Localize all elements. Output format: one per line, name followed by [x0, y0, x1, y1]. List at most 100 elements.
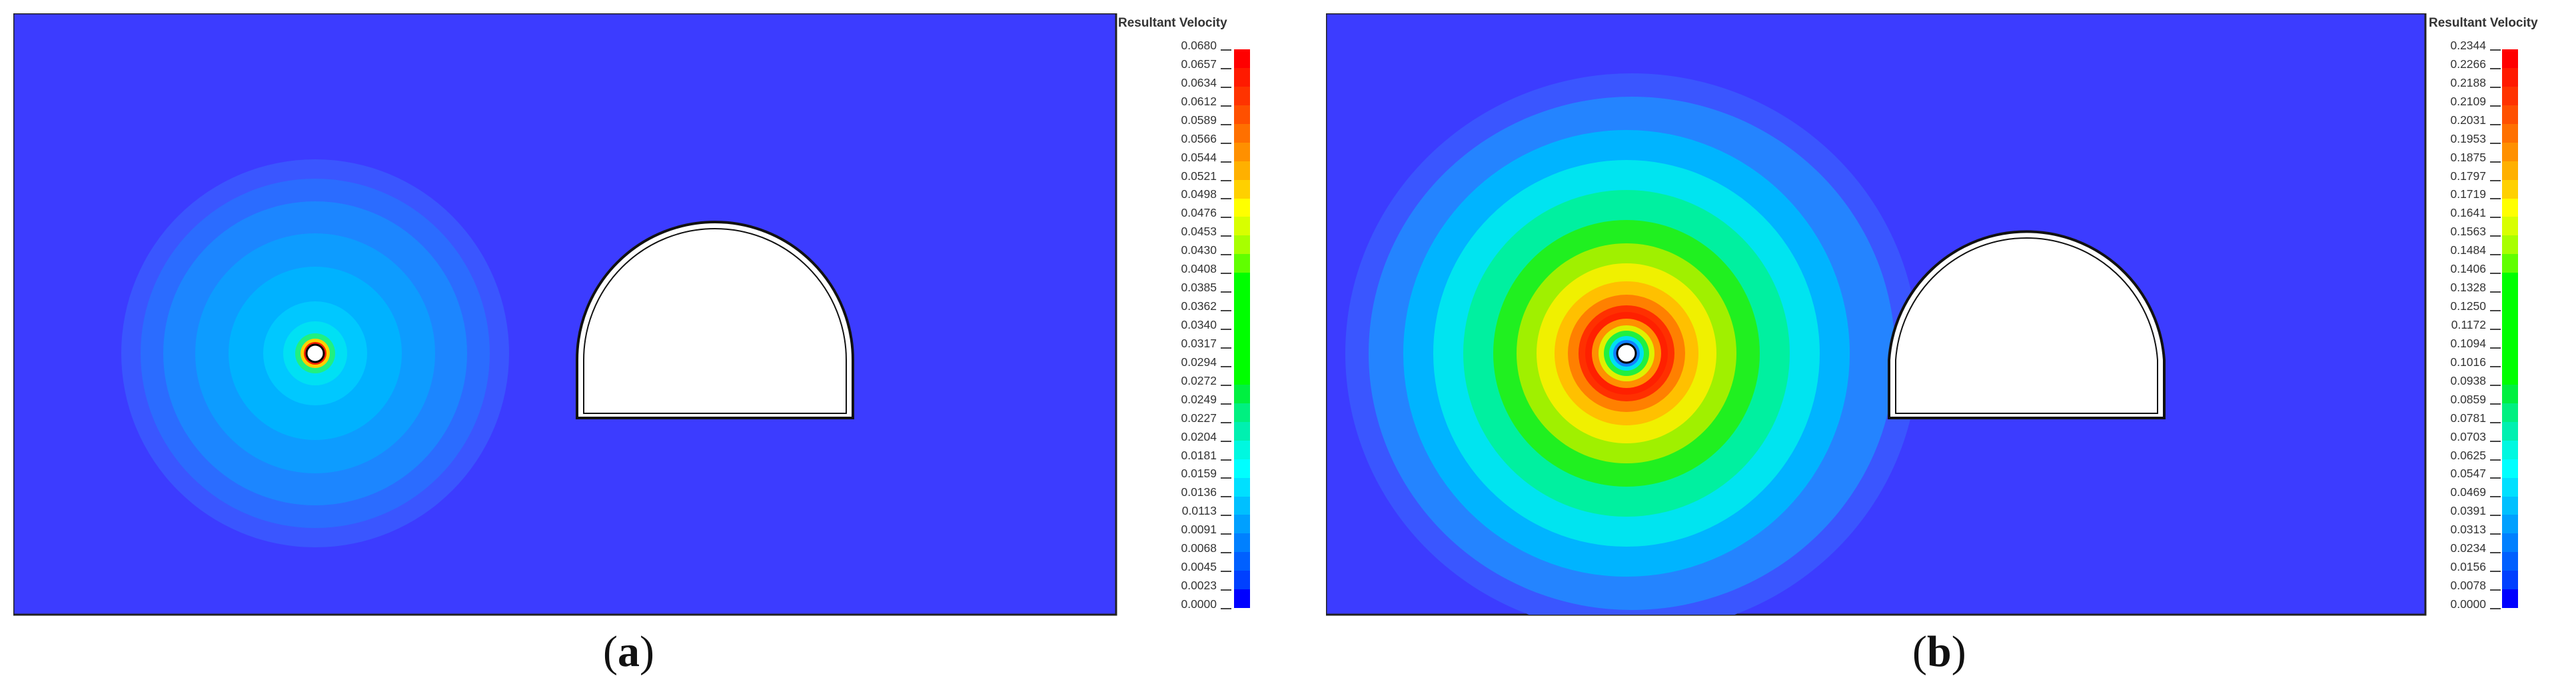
borehole: [305, 343, 325, 363]
colorbar-segment: [2502, 589, 2518, 609]
colorbar-tick-label: 0.0859: [2386, 393, 2501, 407]
colorbar-tick-label: 0.1016: [2386, 355, 2501, 369]
colorbar-tick-label: 0.0362: [1117, 299, 1231, 313]
colorbar-segment: [1234, 533, 1250, 553]
caption-b: (b): [1912, 627, 1966, 676]
colorbar-segment: [2502, 105, 2518, 124]
colorbar-tick-label: 0.2109: [2386, 95, 2501, 109]
colorbar-segment: [2502, 571, 2518, 590]
colorbar-segment: [1234, 67, 1250, 87]
colorbar-tick-label: 0.0589: [1117, 113, 1231, 127]
colorbar-segment: [2502, 67, 2518, 87]
colorbar-segment: [1234, 440, 1250, 459]
colorbar-tick-label: 0.0294: [1117, 355, 1231, 369]
colorbar-segment: [1234, 198, 1250, 217]
colorbar-segment: [2502, 217, 2518, 236]
colorbar-tick-label: 0.0023: [1117, 579, 1231, 593]
colorbar-segment: [2502, 459, 2518, 478]
colorbar-tick-label: 0.2188: [2386, 76, 2501, 90]
colorbar-tick-label: 0.0068: [1117, 541, 1231, 555]
colorbar-tick-label: 0.0204: [1117, 430, 1231, 444]
colorbar-segment: [2502, 179, 2518, 199]
colorbar-tick-label: 0.0453: [1117, 225, 1231, 239]
colorbar-tick-label: 0.1563: [2386, 225, 2501, 239]
colorbar-segment: [2502, 533, 2518, 553]
colorbar-segment: [1234, 347, 1250, 366]
colorbar-tick-label: 0.0045: [1117, 560, 1231, 574]
colorbar-segment: [2502, 552, 2518, 571]
colorbar-segment: [1234, 384, 1250, 403]
colorbar-tick-label: 0.0156: [2386, 560, 2501, 574]
colorbar-tick-label: 0.0781: [2386, 411, 2501, 425]
colorbar-segment: [2502, 273, 2518, 292]
colorbar-segment: [2502, 440, 2518, 459]
colorbar-tick-label: 0.0078: [2386, 579, 2501, 593]
colorbar-segment: [2502, 161, 2518, 180]
colorbar-tick-label: 0.0340: [1117, 318, 1231, 332]
colorbar-tick-label: 0.1172: [2386, 318, 2501, 332]
colorbar-segment: [1234, 217, 1250, 236]
contour-plot-a: [13, 13, 1119, 617]
colorbar-tick-label: 0.0476: [1117, 206, 1231, 220]
colorbar-tick-label: 0.1875: [2386, 151, 2501, 165]
colorbar-segment: [2502, 496, 2518, 515]
colorbar-segment: [1234, 86, 1250, 105]
colorbar-tick-label: 0.0091: [1117, 523, 1231, 537]
colorbar-tick-label: 0.0000: [2386, 597, 2501, 611]
colorbar-segment: [1234, 235, 1250, 255]
colorbar-tick-label: 0.1250: [2386, 299, 2501, 313]
colorbar-tick-label: 0.1797: [2386, 169, 2501, 183]
colorbar-segment: [1234, 329, 1250, 347]
contour-svg-b: [1326, 13, 2427, 616]
colorbar-segment: [1234, 365, 1250, 385]
borehole: [1616, 343, 1637, 364]
colorbar-tick-label: 0.0469: [2386, 485, 2501, 499]
colorbar-segment: [1234, 421, 1250, 441]
colorbar-tick-label: 0.0391: [2386, 504, 2501, 518]
colorbar-tick-label: 0.0113: [1117, 504, 1231, 518]
colorbar-tick-label: 0.0313: [2386, 523, 2501, 537]
colorbar-segment: [1234, 477, 1250, 497]
colorbar-tick-label: 0.0544: [1117, 151, 1231, 165]
colorbar-tick-label: 0.0547: [2386, 467, 2501, 481]
colorbar-tick-label: 0.1953: [2386, 132, 2501, 146]
contour-plot-b: [1326, 13, 2427, 617]
legend-title: Resultant Velocity: [2429, 16, 2538, 30]
colorbar-tick-label: 0.0249: [1117, 393, 1231, 407]
colorbar-segment: [2502, 347, 2518, 366]
colorbar-segment: [2502, 310, 2518, 329]
colorbar-tick-label: 0.2344: [2386, 39, 2501, 53]
colorbar-tick-label: 0.2266: [2386, 57, 2501, 71]
colorbar-segment: [1234, 254, 1250, 273]
colorbar-tick-label: 0.0234: [2386, 541, 2501, 555]
colorbar-tick-label: 0.0498: [1117, 187, 1231, 201]
colorbar-tick-label: 0.0159: [1117, 467, 1231, 481]
colorbar: [1234, 49, 1250, 609]
colorbar-segment: [1234, 589, 1250, 609]
colorbar-segment: [1234, 123, 1250, 143]
colorbar-tick-label: 0.0181: [1117, 449, 1231, 463]
colorbar-tick-label: 0.1328: [2386, 281, 2501, 295]
colorbar-tick-label: 0.0680: [1117, 39, 1231, 53]
colorbar-tick-label: 0.0612: [1117, 95, 1231, 109]
colorbar-segment: [2502, 421, 2518, 441]
legend-title: Resultant Velocity: [1118, 16, 1227, 30]
colorbar-segment: [1234, 496, 1250, 515]
colorbar-segment: [2502, 198, 2518, 217]
colorbar-tick-label: 0.0566: [1117, 132, 1231, 146]
colorbar-tick-label: 0.0272: [1117, 374, 1231, 388]
colorbar-segment: [2502, 477, 2518, 497]
colorbar-segment: [1234, 142, 1250, 161]
contour-svg-a: [13, 13, 1117, 616]
colorbar-segment: [2502, 403, 2518, 422]
colorbar-segment: [2502, 365, 2518, 385]
colorbar-segment: [1234, 403, 1250, 422]
colorbar-segment: [2502, 291, 2518, 311]
colorbar-tick-label: 0.1484: [2386, 243, 2501, 257]
colorbar-segment: [1234, 552, 1250, 571]
colorbar-tick-label: 0.0227: [1117, 411, 1231, 425]
colorbar-segment: [2502, 235, 2518, 255]
colorbar-segment: [1234, 179, 1250, 199]
colorbar-tick-label: 0.0634: [1117, 76, 1231, 90]
colorbar-segment: [1234, 273, 1250, 292]
